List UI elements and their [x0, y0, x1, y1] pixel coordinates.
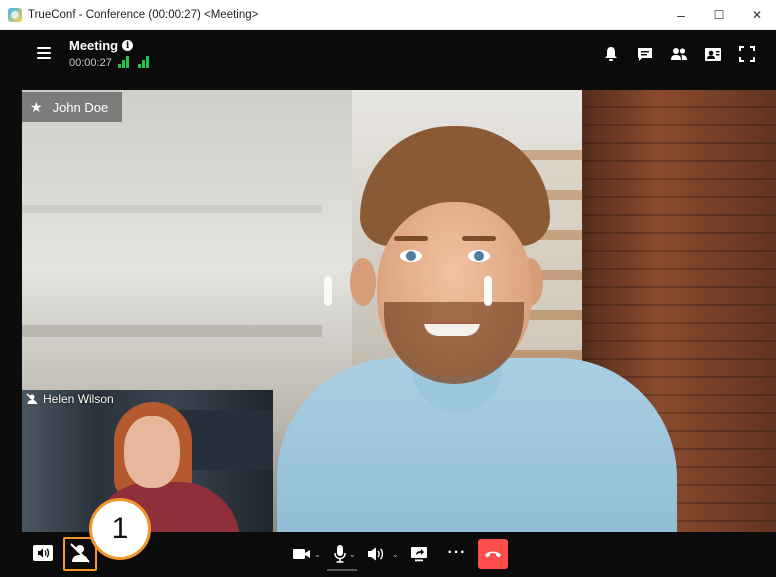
- microphone-level-bar: [327, 569, 357, 571]
- earbud-right: [484, 276, 492, 306]
- microphone-button[interactable]: ⌄: [334, 542, 356, 566]
- self-view-name: Helen Wilson: [43, 392, 114, 406]
- share-screen-icon: [411, 547, 427, 562]
- conference-header: Meeting i 00:00:27: [0, 30, 776, 76]
- microphone-options-chevron[interactable]: ⌄: [349, 550, 356, 559]
- speaker-button[interactable]: [29, 540, 57, 566]
- self-view-video[interactable]: Helen Wilson: [22, 390, 273, 532]
- menu-icon[interactable]: [37, 47, 51, 59]
- maximize-button[interactable]: ☐: [700, 0, 738, 30]
- participant-name-label: ★ John Doe: [22, 92, 123, 122]
- volume-options-chevron[interactable]: ⌄: [392, 550, 399, 559]
- callout-badge: 1: [89, 498, 151, 560]
- outgoing-signal-icon: [118, 56, 132, 68]
- layout-icon[interactable]: [698, 42, 728, 66]
- camera-button[interactable]: ⌄: [293, 542, 321, 566]
- window-titlebar: TrueConf - Conference (00:00:27) <Meetin…: [0, 0, 776, 30]
- incoming-signal-icon: [138, 56, 152, 68]
- self-view-label: Helen Wilson: [22, 390, 120, 408]
- self-view-pin-icon: [26, 393, 38, 405]
- info-icon[interactable]: i: [122, 40, 134, 51]
- volume-button[interactable]: ⌄: [367, 542, 399, 566]
- hang-up-icon: [485, 551, 501, 558]
- window-title: TrueConf - Conference (00:00:27) <Meetin…: [28, 8, 259, 21]
- meeting-title-text: Meeting: [69, 38, 119, 53]
- bell-icon[interactable]: [596, 42, 626, 66]
- participant-name: John Doe: [52, 99, 109, 115]
- fullscreen-icon[interactable]: [732, 42, 762, 66]
- meeting-title: Meeting i: [69, 38, 134, 53]
- microphone-icon: [334, 545, 346, 563]
- speaker-icon: [33, 545, 53, 561]
- earbud-left: [324, 276, 332, 306]
- close-button[interactable]: ✕: [738, 0, 776, 30]
- more-options-button[interactable]: ···: [446, 542, 468, 564]
- minimize-button[interactable]: –: [662, 0, 700, 30]
- hang-up-button[interactable]: [478, 539, 508, 569]
- camera-icon: [293, 549, 310, 559]
- trueconf-logo-icon: [8, 7, 22, 22]
- share-screen-button[interactable]: [410, 542, 428, 566]
- camera-options-chevron[interactable]: ⌄: [314, 550, 321, 559]
- volume-icon: [368, 547, 384, 561]
- chat-icon[interactable]: [630, 42, 660, 66]
- participants-icon[interactable]: [664, 42, 694, 66]
- header-toolbar: [592, 42, 762, 66]
- meeting-timer: 00:00:27: [69, 57, 112, 69]
- window-controls: – ☐ ✕: [662, 0, 776, 30]
- star-icon: ★: [30, 98, 43, 115]
